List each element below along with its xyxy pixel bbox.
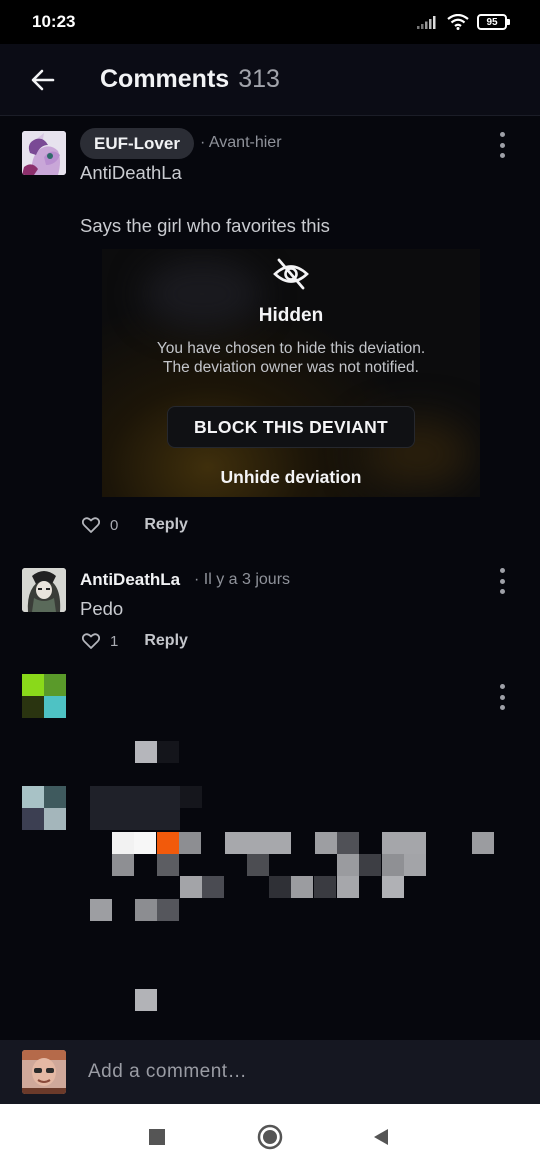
battery-icon: 95 bbox=[477, 14, 510, 30]
author-badge[interactable]: EUF-Lover bbox=[80, 128, 194, 159]
reply-button[interactable]: Reply bbox=[144, 516, 188, 534]
reply-button[interactable]: Reply bbox=[144, 632, 188, 650]
unhide-deviation-button[interactable]: Unhide deviation bbox=[102, 467, 480, 488]
home-button[interactable] bbox=[257, 1124, 283, 1150]
more-vertical-icon bbox=[499, 684, 505, 689]
system-nav-bar bbox=[0, 1104, 540, 1170]
hidden-title: Hidden bbox=[258, 305, 324, 326]
author-name[interactable]: AntiDeathLa bbox=[80, 570, 180, 590]
user-avatar[interactable] bbox=[22, 1050, 66, 1094]
signal-icon bbox=[417, 16, 436, 29]
page-title: Comments bbox=[100, 65, 230, 93]
system-back-button[interactable] bbox=[368, 1124, 394, 1150]
comment-timestamp: · Il y a 3 jours bbox=[194, 571, 291, 588]
heart-outline-icon bbox=[82, 633, 100, 649]
more-vertical-icon bbox=[499, 132, 505, 137]
comment-item: EUF-Lover · Avant-hier AntiDeathLa Says … bbox=[0, 116, 540, 546]
like-count: 1 bbox=[110, 632, 119, 650]
block-deviant-button[interactable]: BLOCK THIS DEVIANT bbox=[167, 406, 415, 448]
triangle-back-icon bbox=[374, 1129, 388, 1145]
comment-text: Pedo bbox=[80, 598, 124, 619]
censored-comment bbox=[0, 672, 540, 1040]
comment-input[interactable]: Add a comment… bbox=[88, 1040, 247, 1104]
comment-composer: Add a comment… bbox=[0, 1040, 540, 1104]
more-vertical-icon bbox=[499, 568, 505, 573]
avatar[interactable] bbox=[22, 131, 66, 175]
circle-icon bbox=[257, 1124, 283, 1150]
hidden-description-line1: You have chosen to hide this deviation. bbox=[156, 340, 426, 357]
comment-actions: 1 Reply bbox=[82, 632, 188, 650]
status-icons: 95 bbox=[417, 14, 510, 30]
hidden-description-line2: The deviation owner was not notified. bbox=[163, 359, 419, 376]
comment-text: Says the girl who favorites this bbox=[80, 215, 330, 236]
comment-menu-button[interactable] bbox=[494, 684, 510, 710]
comment-menu-button[interactable] bbox=[494, 568, 510, 594]
avatar[interactable] bbox=[22, 568, 66, 612]
comment-menu-button[interactable] bbox=[494, 132, 510, 158]
like-count: 0 bbox=[110, 516, 119, 534]
comment-list[interactable]: EUF-Lover · Avant-hier AntiDeathLa Says … bbox=[0, 116, 540, 1040]
like-button[interactable]: 0 bbox=[82, 517, 118, 534]
square-icon bbox=[149, 1129, 165, 1145]
arrow-left-icon bbox=[31, 69, 55, 90]
avatar[interactable] bbox=[22, 674, 66, 718]
wifi-icon bbox=[447, 14, 469, 30]
battery-level: 95 bbox=[477, 14, 507, 30]
hidden-deviation-card: Hidden You have chosen to hide this devi… bbox=[102, 249, 480, 497]
comment-timestamp: · Avant-hier bbox=[200, 134, 282, 151]
comment-actions: 0 Reply bbox=[82, 516, 188, 534]
comment-item: AntiDeathLa · Il y a 3 jours Pedo 1 Repl… bbox=[0, 562, 540, 662]
back-button[interactable] bbox=[0, 44, 90, 116]
eye-off-icon bbox=[273, 258, 309, 290]
like-button[interactable]: 1 bbox=[82, 633, 118, 650]
reply-mention[interactable]: AntiDeathLa bbox=[80, 162, 182, 184]
status-bar: 10:23 95 bbox=[0, 0, 540, 44]
app-header: Comments 313 bbox=[0, 44, 540, 116]
heart-outline-icon bbox=[82, 517, 100, 533]
recents-button[interactable] bbox=[144, 1124, 170, 1150]
comment-count: 313 bbox=[238, 65, 280, 93]
status-time: 10:23 bbox=[32, 12, 76, 31]
